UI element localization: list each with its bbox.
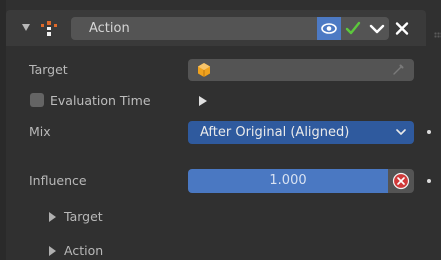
close-icon xyxy=(395,22,409,35)
subpanel-target-expand-icon[interactable] xyxy=(49,212,56,222)
constraint-header: Action xyxy=(6,10,441,46)
keyframe-dot-icon[interactable] xyxy=(427,130,431,134)
subpanel-target-label[interactable]: Target xyxy=(64,209,103,224)
play-icon[interactable] xyxy=(199,96,207,106)
constraint-name-field[interactable]: Action xyxy=(71,17,317,40)
target-label: Target xyxy=(29,62,68,77)
constraint-panel: Action Target Evaluation Time Mix After … xyxy=(0,0,441,260)
constraint-menu-button[interactable] xyxy=(365,17,389,40)
subpanel-action-expand-icon[interactable] xyxy=(49,246,56,256)
delete-constraint-button[interactable] xyxy=(390,17,414,40)
mix-dropdown[interactable]: After Original (Aligned) xyxy=(188,121,414,144)
action-constraint-icon xyxy=(41,21,57,36)
evaluation-time-label: Evaluation Time xyxy=(50,93,151,108)
reset-x-icon xyxy=(392,172,410,190)
chevron-down-icon[interactable] xyxy=(22,24,30,31)
mix-dropdown-value: After Original (Aligned) xyxy=(200,125,350,140)
influence-reset-button[interactable] xyxy=(388,169,414,193)
mix-label: Mix xyxy=(29,124,51,139)
enable-toggle[interactable] xyxy=(341,17,365,40)
keyframe-dot-icon[interactable] xyxy=(427,179,431,183)
checkmark-icon xyxy=(345,21,361,35)
eye-icon xyxy=(321,23,337,34)
eyedropper-icon[interactable] xyxy=(391,63,405,77)
drag-handle[interactable] xyxy=(434,32,441,38)
visibility-toggle[interactable] xyxy=(317,17,341,40)
target-object-field[interactable] xyxy=(188,59,414,81)
cube-icon xyxy=(198,63,210,77)
influence-slider[interactable]: 1.000 xyxy=(188,169,388,193)
chevron-down-icon xyxy=(396,129,406,135)
influence-label: Influence xyxy=(29,173,87,188)
chevron-down-icon xyxy=(369,24,385,34)
subpanel-action-label[interactable]: Action xyxy=(64,243,103,258)
evaluation-time-checkbox[interactable] xyxy=(30,93,44,107)
